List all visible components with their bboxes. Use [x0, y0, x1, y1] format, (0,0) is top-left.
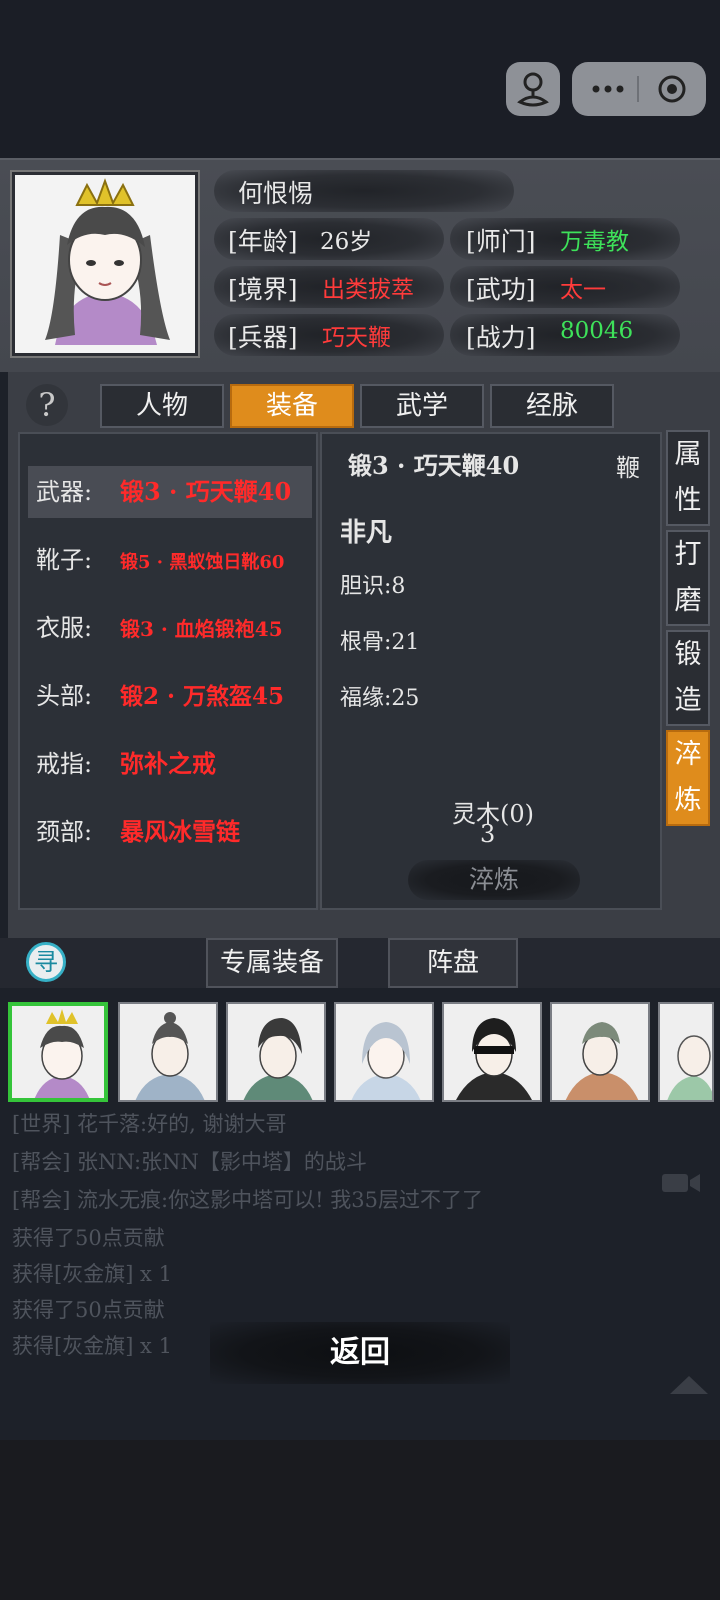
bottom-blank-area [0, 1440, 720, 1600]
weapon-label: [兵器] [228, 323, 298, 352]
chat-line: [世界] 花千落:好的, 谢谢大哥 [12, 1112, 287, 1136]
equip-slot-label: 戒指: [36, 750, 93, 778]
close-target-icon[interactable] [658, 75, 686, 103]
chat-line: 获得[灰金旗] x 1 [12, 1262, 172, 1286]
equip-slot-label: 颈部: [36, 818, 93, 846]
detail-grade: 非凡 [340, 518, 393, 548]
realm-value: 出类拔萃 [322, 277, 414, 303]
side-tab-char: 属 [674, 439, 702, 470]
skill-label: [武功] [466, 275, 536, 304]
roster-portrait [660, 1004, 712, 1100]
power-label: [战力] [466, 323, 536, 352]
detail-type: 鞭 [616, 454, 640, 482]
side-tab-forge[interactable]: 锻 造 [666, 630, 710, 726]
detail-stat: 根骨:21 [340, 630, 420, 655]
equip-row-neck[interactable]: 颈部: 暴风冰雪链 [28, 806, 312, 858]
tab-character[interactable]: 人物 [100, 384, 224, 428]
equip-row-ring[interactable]: 戒指: 弥补之戒 [28, 738, 312, 790]
roster-portrait [228, 1004, 324, 1100]
roster-portrait [12, 1006, 104, 1098]
equip-item-name: 暴风冰雪链 [120, 817, 240, 846]
mini-program-button[interactable] [506, 62, 560, 116]
power-value: 80046 [560, 318, 634, 344]
menu-capsule [572, 62, 706, 116]
roster-slot[interactable] [118, 1002, 218, 1102]
age-label: [年龄] [228, 227, 298, 256]
side-tab-refine[interactable]: 淬 炼 [666, 730, 710, 826]
back-button[interactable]: 返回 [210, 1322, 510, 1384]
detail-title: 锻3 · 巧天鞭40 [348, 451, 520, 480]
roster-slot[interactable] [334, 1002, 434, 1102]
chat-line: 获得了50点贡献 [12, 1298, 165, 1322]
side-tab-polish[interactable]: 打 磨 [666, 530, 710, 626]
equip-slot-label: 衣服: [36, 614, 93, 642]
portrait-image [15, 175, 195, 353]
sect-label: [师门] [466, 227, 536, 256]
equip-row-head[interactable]: 头部: 锻2 · 万煞盔45 [28, 670, 312, 722]
age-value: 26岁 [320, 229, 373, 255]
equip-row-boots[interactable]: 靴子: 锻5 · 黑蚁蚀日靴60 [28, 534, 312, 586]
roster-portrait [336, 1004, 432, 1100]
side-tab-char: 磨 [674, 585, 702, 616]
equip-item-name: 锻5 · 黑蚁蚀日靴60 [120, 552, 285, 573]
side-tab-char: 炼 [674, 785, 702, 816]
chat-line: 获得[灰金旗] x 1 [12, 1334, 172, 1358]
roster-portrait [444, 1004, 540, 1100]
side-tab-char: 锻 [674, 639, 702, 670]
equip-item-name: 锻2 · 万煞盔45 [120, 683, 285, 710]
side-tab-attributes[interactable]: 属 性 [666, 430, 710, 526]
equip-item-name: 弥补之戒 [120, 749, 216, 778]
roster-portrait [552, 1004, 648, 1100]
weapon-value: 巧天鞭 [322, 325, 391, 351]
joystick-icon [517, 72, 549, 107]
equip-slot-label: 头部: [36, 682, 93, 710]
equip-item-name: 锻3 · 血焰锻袍45 [120, 617, 283, 641]
chat-line: [帮会] 张NN:张NN【影中塔】的战斗 [12, 1150, 367, 1174]
realm-label: [境界] [228, 275, 298, 304]
bottom-tab-bar [0, 938, 720, 988]
skill-value: 太一 [560, 277, 606, 303]
character-name: 何恨惕 [238, 179, 314, 208]
equip-slot-label: 武器: [36, 478, 93, 506]
sect-value: 万毒教 [560, 229, 629, 255]
chat-line: 获得了50点贡献 [12, 1226, 165, 1250]
tab-formation[interactable]: 阵盘 [388, 938, 518, 988]
detail-stat: 胆识:8 [340, 574, 406, 599]
equip-item-name: 锻3 · 巧天鞭40 [120, 477, 292, 506]
collapse-chevron-icon[interactable] [668, 1372, 710, 1396]
detail-stat: 福缘:25 [340, 686, 420, 711]
roster-slot[interactable] [8, 1002, 108, 1102]
character-portrait[interactable] [12, 172, 198, 356]
help-icon[interactable]: ? [26, 384, 68, 426]
equip-row-clothes[interactable]: 衣服: 锻3 · 血焰锻袍45 [28, 602, 312, 654]
tab-meridians[interactable]: 经脉 [490, 384, 614, 428]
side-tab-char: 性 [674, 485, 702, 516]
tab-martial-arts[interactable]: 武学 [360, 384, 484, 428]
roster-portrait [120, 1004, 216, 1100]
roster-slot[interactable] [226, 1002, 326, 1102]
material-cost: 3 [480, 820, 496, 848]
roster-slot[interactable] [658, 1002, 714, 1102]
roster-slot[interactable] [550, 1002, 650, 1102]
equip-row-weapon[interactable]: 武器: 锻3 · 巧天鞭40 [28, 466, 312, 518]
side-tab-char: 造 [674, 685, 702, 716]
tab-exclusive-equipment[interactable]: 专属装备 [206, 938, 338, 988]
chat-line: [帮会] 流水无痕:你这影中塔可以! 我35层过不了了 [12, 1188, 483, 1212]
more-icon[interactable] [592, 85, 624, 93]
video-camera-icon[interactable] [660, 1170, 702, 1196]
refine-button[interactable]: 淬炼 [408, 860, 580, 900]
side-tab-char: 打 [674, 539, 702, 570]
refine-button-label: 淬炼 [468, 865, 519, 894]
side-tab-char: 淬 [674, 739, 702, 770]
equip-slot-label: 靴子: [36, 546, 93, 574]
seek-icon[interactable]: 寻 [26, 942, 66, 982]
roster-slot[interactable] [442, 1002, 542, 1102]
tab-equipment[interactable]: 装备 [230, 384, 354, 428]
